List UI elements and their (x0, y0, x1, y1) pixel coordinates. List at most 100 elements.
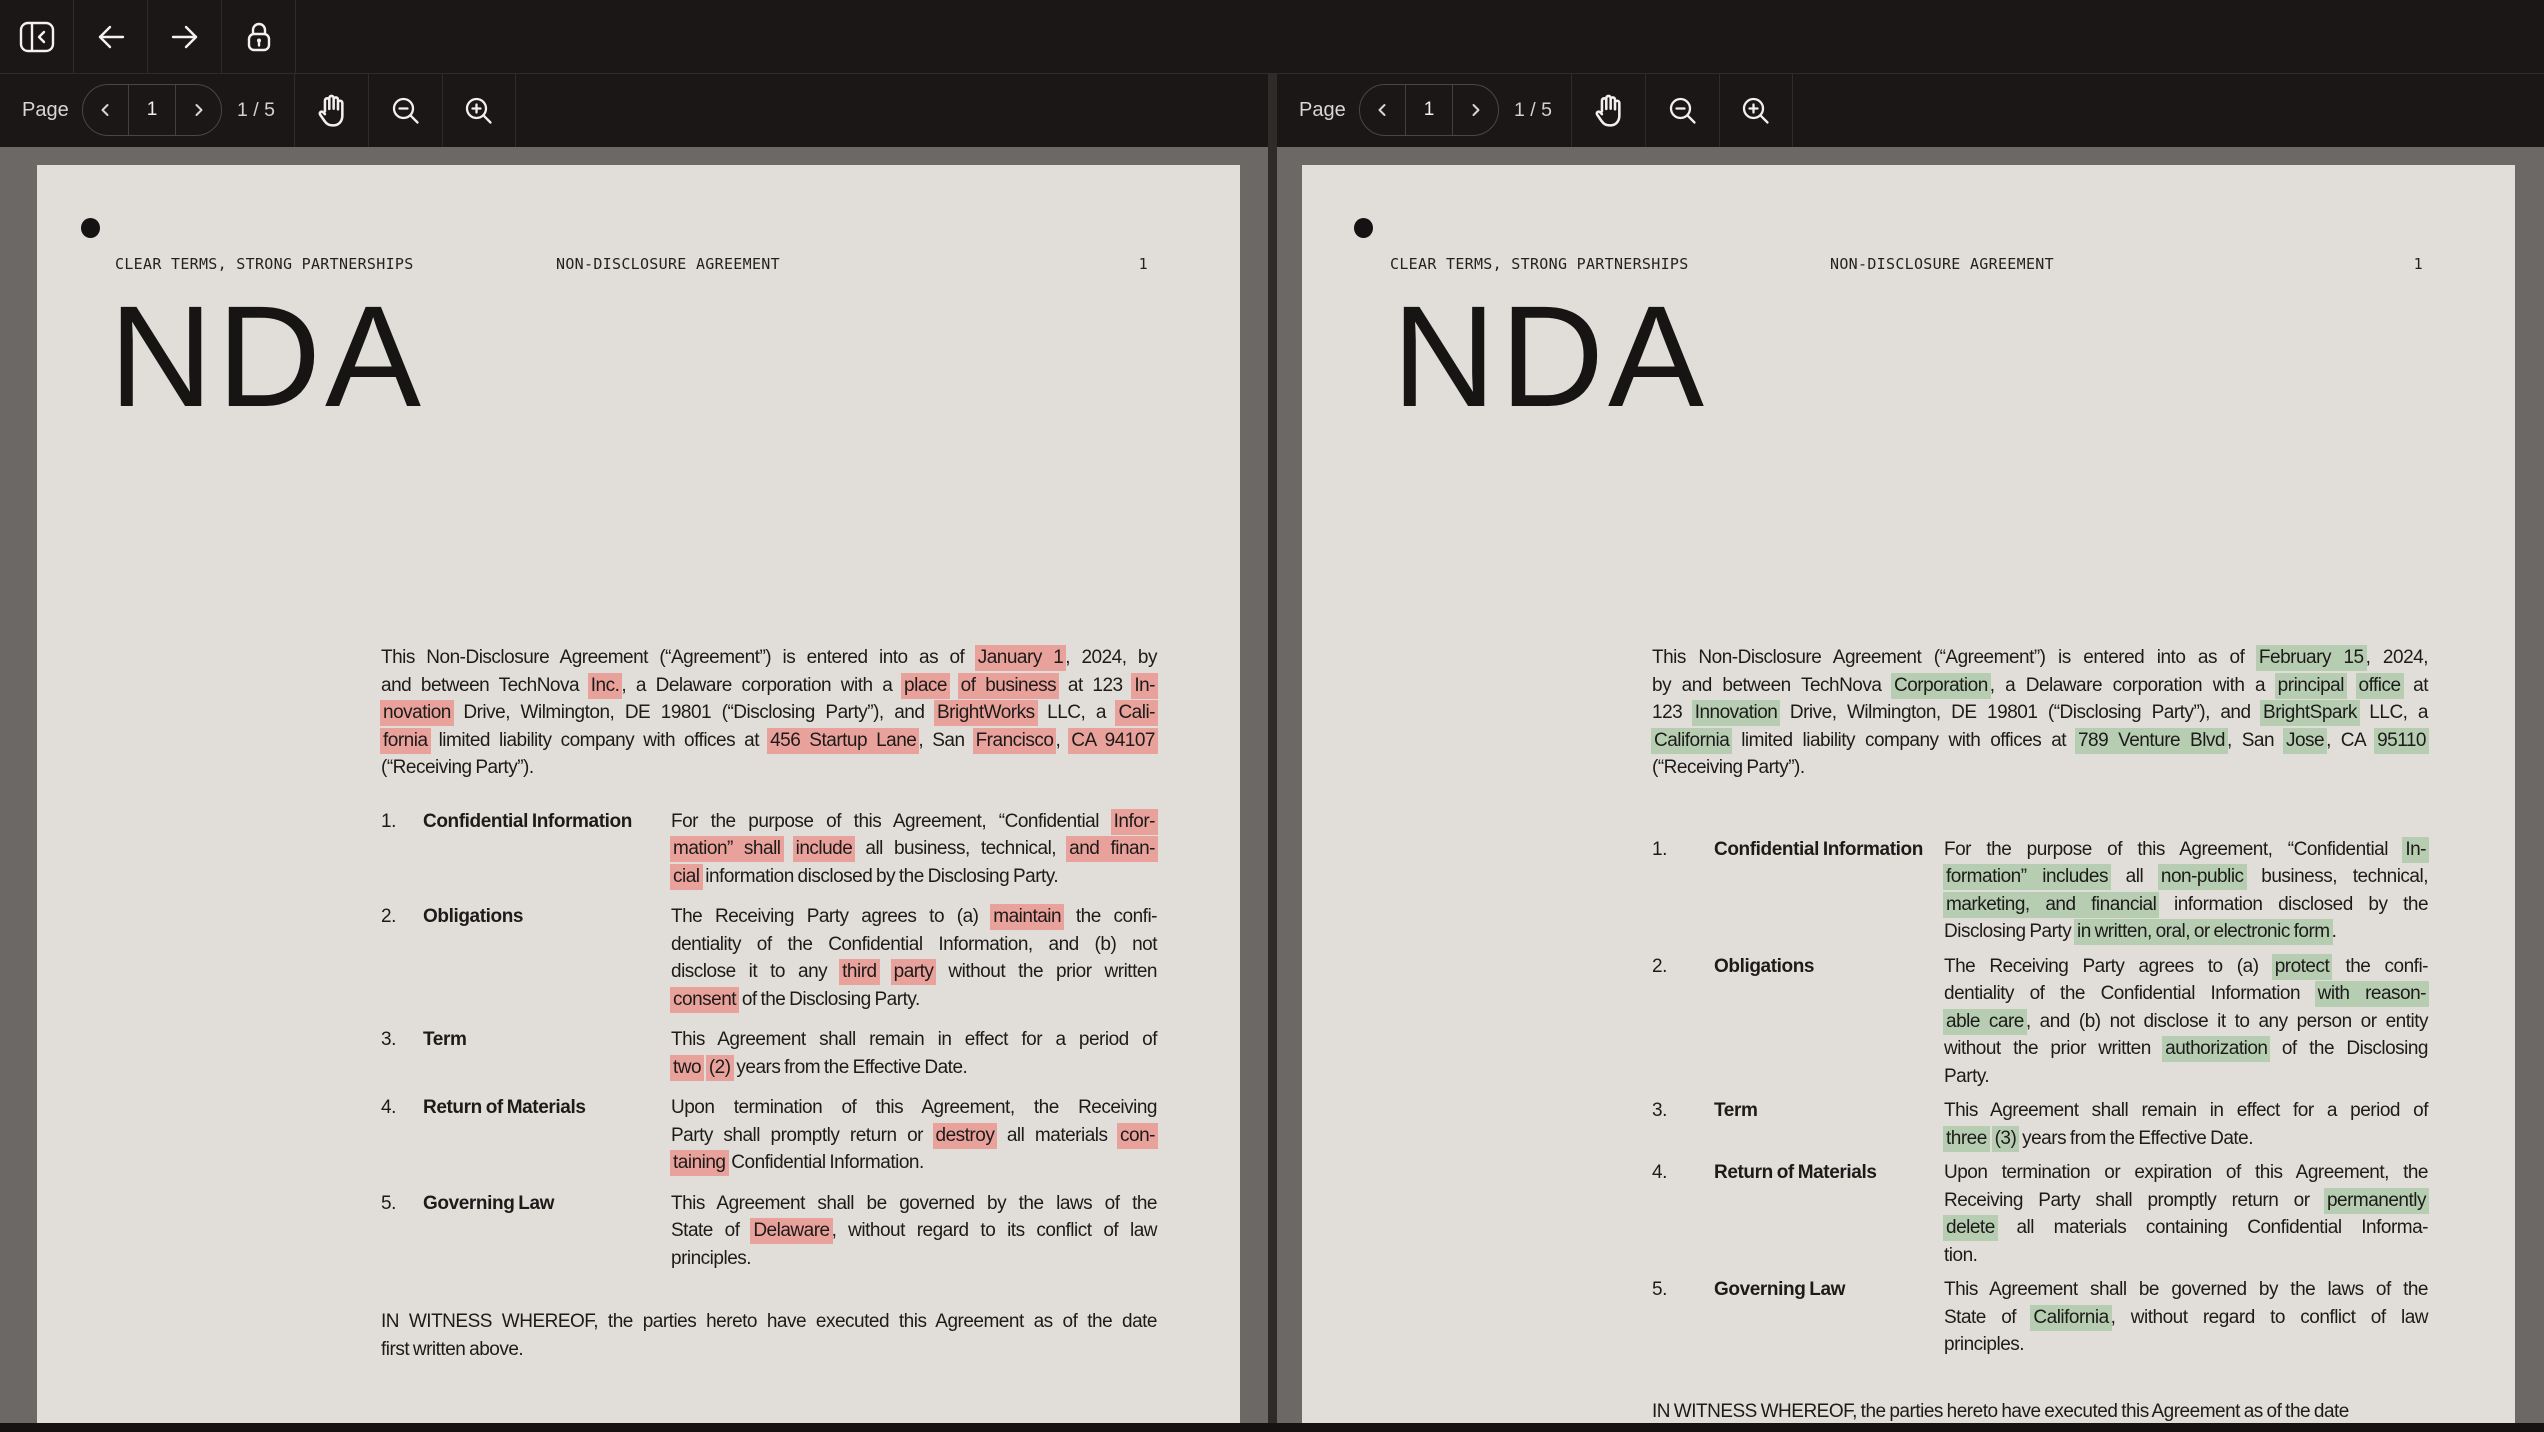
prev-page-button[interactable] (1360, 85, 1405, 135)
deleted-text-highlight: two (670, 1055, 704, 1081)
hand-tool-button[interactable] (294, 74, 368, 147)
doc-text: , 2024, by (1065, 647, 1157, 668)
added-text-highlight: delete (1943, 1215, 1998, 1241)
doc-text: , a Delaware corporation with a (621, 675, 902, 696)
added-text-highlight: Innovation (1692, 700, 1781, 726)
deleted-text-highlight: place (901, 673, 950, 699)
doc-line: Party. (1944, 1063, 2428, 1091)
clause-definition: For the purpose of this Agreement, “Conf… (671, 808, 1157, 891)
doc-text (783, 838, 794, 859)
pdf-page-left: CLEAR TERMS, STRONG PARTNERSHIPS NON-DIS… (37, 165, 1240, 1432)
clause-term: Return of Materials (1714, 1159, 1877, 1187)
doc-text: the confi- (1063, 906, 1157, 927)
page-label: Page (22, 74, 69, 147)
doc-text: business, technical, (2246, 866, 2428, 887)
doc-line: The Receiving Party agrees to (a) protec… (1944, 953, 2428, 981)
doc-line: This Agreement shall be governed by the … (671, 1190, 1157, 1218)
added-text-highlight: BrightSpark (2260, 700, 2360, 726)
doc-text: IN WITNESS WHEREOF, the parties hereto h… (1652, 1401, 2349, 1422)
deleted-text-highlight: cial (670, 864, 703, 890)
hand-tool-button[interactable] (1571, 74, 1645, 147)
clause-term: Governing Law (423, 1190, 554, 1218)
header-doc-type: NON-DISCLOSURE AGREEMENT (1830, 255, 2054, 273)
doc-line: IN WITNESS WHEREOF, the parties hereto h… (1652, 1398, 2428, 1426)
doc-line: consent of the Disclosing Party. (671, 986, 1157, 1014)
clause-number: 3. (381, 1026, 396, 1054)
clause-term: Term (423, 1026, 466, 1054)
doc-line: disclose it to any third party without t… (671, 958, 1157, 986)
added-text-highlight: California (1651, 728, 1732, 754)
zoom-out-button[interactable] (1645, 74, 1719, 147)
added-text-highlight: February 15 (2256, 645, 2367, 671)
doc-text: The Receiving Party agrees to (a) (671, 906, 991, 927)
doc-text: This Agreement shall remain in effect fo… (1944, 1100, 2428, 1121)
zoom-out-button[interactable] (368, 74, 442, 147)
deleted-text-highlight: Cali- (1115, 700, 1158, 726)
doc-text: , San (918, 730, 973, 751)
added-text-highlight: California (2030, 1305, 2111, 1331)
doc-text: Confidential Information. (728, 1152, 924, 1173)
forward-button[interactable] (148, 0, 222, 73)
deleted-text-highlight: CA 94107 (1068, 728, 1158, 754)
header-eyebrow: CLEAR TERMS, STRONG PARTNERSHIPS (1390, 255, 1689, 273)
added-text-highlight: protect (2272, 954, 2333, 980)
doc-text: LLC, a (1037, 702, 1117, 723)
page-nav-pill (1359, 84, 1499, 136)
page-count: 1 / 5 (1514, 74, 1552, 147)
doc-text: all business, technical, (854, 838, 1067, 859)
next-page-button[interactable] (1452, 85, 1498, 135)
doc-text: This Agreement shall be governed by the … (1944, 1279, 2428, 1300)
next-page-button[interactable] (175, 85, 221, 135)
doc-text: , CA (2326, 730, 2375, 751)
doc-line: 123 Innovation Drive, Wilmington, DE 198… (1652, 699, 2428, 727)
zoom-in-icon (462, 94, 496, 128)
clause-number: 1. (381, 808, 396, 836)
deleted-text-highlight: mation” shall (670, 836, 784, 862)
doc-text: of the Disclosing Party. (738, 989, 920, 1010)
back-button[interactable] (74, 0, 148, 73)
arrow-right-icon (169, 22, 201, 52)
doc-line: without the prior written authorization … (1944, 1035, 2428, 1063)
doc-text: Upon termination or expiration of this A… (1944, 1162, 2428, 1183)
page-number-input[interactable] (1406, 84, 1451, 136)
doc-line: State of Delaware, without regard to its… (671, 1217, 1157, 1245)
page-number-input[interactable] (129, 84, 174, 136)
deleted-text-highlight: Inc. (588, 673, 623, 699)
doc-line: This Non-Disclosure Agreement (“Agreemen… (381, 644, 1157, 672)
doc-text: State of (1944, 1307, 2031, 1328)
clause-item: 5.Governing LawThis Agreement shall be g… (381, 1190, 1157, 1273)
clause-definition: Upon termination of this Agreement, the … (671, 1094, 1157, 1177)
doc-line: two (2) years from the Effective Date. (671, 1054, 1157, 1082)
document-body: This Non-Disclosure Agreement (“Agreemen… (1652, 644, 2428, 1425)
doc-text: all materials (996, 1125, 1118, 1146)
doc-line: Upon termination or expiration of this A… (1944, 1159, 2428, 1187)
top-toolbar (0, 0, 2544, 74)
doc-line: by and between TechNova Corporation, a D… (1652, 672, 2428, 700)
clause-number: 4. (381, 1094, 396, 1122)
doc-line: Party shall promptly return or destroy a… (671, 1122, 1157, 1150)
doc-line: (“Receiving Party”). (1652, 754, 2428, 782)
doc-text: 123 (1652, 702, 1693, 723)
added-text-highlight: able care (1943, 1009, 2027, 1035)
lock-button[interactable] (222, 0, 296, 73)
doc-line: cial information disclosed by the Disclo… (671, 863, 1157, 891)
zoom-in-button[interactable] (442, 74, 516, 147)
added-text-highlight: permanently (2324, 1188, 2429, 1214)
doc-text: without the prior written (1944, 1038, 2163, 1059)
clause-item: 2.ObligationsThe Receiving Party agrees … (1652, 953, 2428, 1091)
prev-page-button[interactable] (83, 85, 128, 135)
doc-line: This Agreement shall remain in effect fo… (1944, 1097, 2428, 1125)
doc-text (879, 961, 892, 982)
zoom-in-button[interactable] (1719, 74, 1793, 147)
clause-term: Governing Law (1714, 1276, 1845, 1304)
chevron-right-icon (192, 103, 205, 117)
added-text-highlight: in written, oral, or electronic form (2074, 919, 2333, 945)
doc-line: principles. (1944, 1331, 2428, 1359)
deleted-text-highlight: destroy (933, 1123, 998, 1149)
clause-term: Return of Materials (423, 1094, 586, 1122)
pane-divider[interactable] (1268, 74, 1277, 1432)
collapse-sidebar-button[interactable] (0, 0, 74, 73)
doc-line: fornia limited liability company with of… (381, 727, 1157, 755)
doc-text (2346, 675, 2357, 696)
doc-text: first written above. (381, 1339, 523, 1360)
